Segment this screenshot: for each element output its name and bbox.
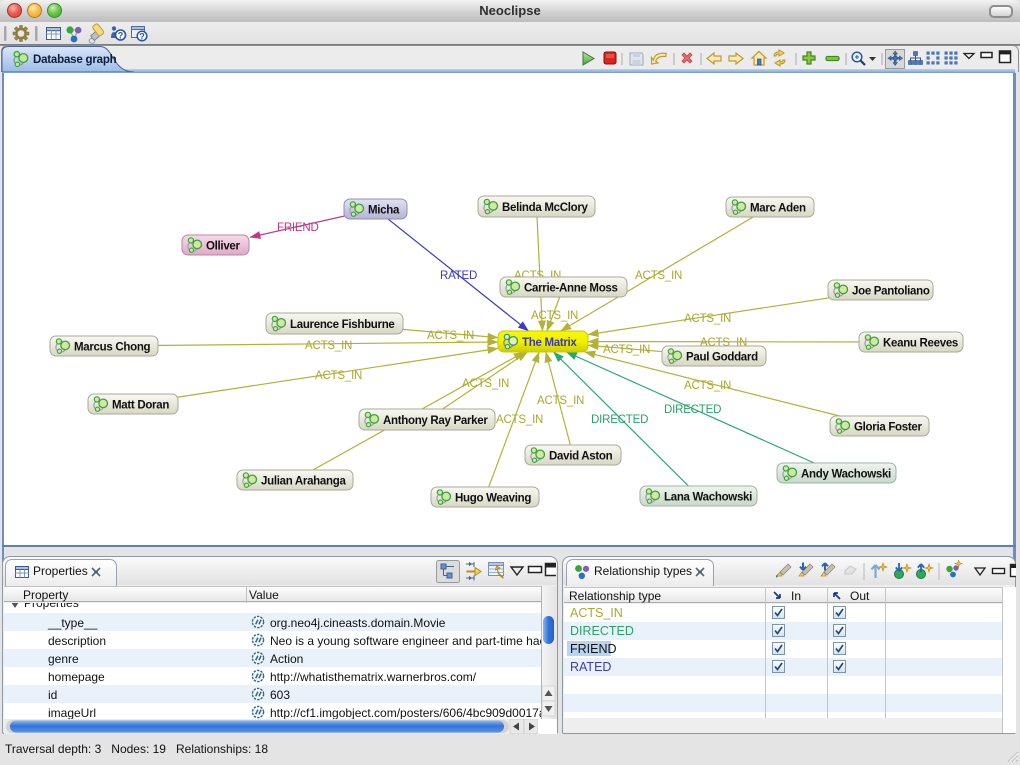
svg-text:RATED: RATED <box>440 270 477 282</box>
svg-text:Lana Wachowski: Lana Wachowski <box>664 492 752 504</box>
svg-text:Micha: Micha <box>368 205 400 217</box>
svg-text:Matt Doran: Matt Doran <box>112 400 169 412</box>
svg-text:Andy Wachowski: Andy Wachowski <box>801 469 891 481</box>
svg-text:DIRECTED: DIRECTED <box>591 414 648 426</box>
svg-text:The Matrix: The Matrix <box>522 337 577 349</box>
svg-text:ACTS_IN: ACTS_IN <box>305 340 352 352</box>
svg-text:Anthony Ray Parker: Anthony Ray Parker <box>383 415 488 427</box>
svg-text:Marc Aden: Marc Aden <box>750 203 806 215</box>
svg-text:ACTS_IN: ACTS_IN <box>531 310 578 322</box>
svg-text:ACTS_IN: ACTS_IN <box>537 395 584 407</box>
svg-text:DIRECTED: DIRECTED <box>664 404 721 416</box>
svg-text:Joe Pantoliano: Joe Pantoliano <box>852 286 930 298</box>
svg-text:ACTS_IN: ACTS_IN <box>496 414 543 426</box>
svg-text:ACTS_IN: ACTS_IN <box>684 380 731 392</box>
svg-text:Paul Goddard: Paul Goddard <box>686 352 758 364</box>
svg-text:Laurence Fishburne: Laurence Fishburne <box>290 319 395 331</box>
svg-text:ACTS_IN: ACTS_IN <box>603 344 650 356</box>
svg-text:FRIEND: FRIEND <box>277 222 319 234</box>
svg-text:Carrie-Anne Moss: Carrie-Anne Moss <box>524 283 618 295</box>
svg-text:Julian Arahanga: Julian Arahanga <box>261 476 346 488</box>
svg-text:Marcus Chong: Marcus Chong <box>74 342 151 354</box>
svg-text:Belinda McClory: Belinda McClory <box>502 202 589 214</box>
svg-text:ACTS_IN: ACTS_IN <box>635 270 682 282</box>
svg-text:?: ? <box>118 30 124 40</box>
svg-text:Gloria Foster: Gloria Foster <box>854 422 922 434</box>
svg-text:ACTS_IN: ACTS_IN <box>462 378 509 390</box>
svg-text:Database graph: Database graph <box>33 54 117 66</box>
svg-text:Olliver: Olliver <box>206 241 241 253</box>
svg-text:ACTS_IN: ACTS_IN <box>315 370 362 382</box>
svg-text:Keanu Reeves: Keanu Reeves <box>883 338 958 350</box>
svg-text:?: ? <box>139 31 145 41</box>
svg-text:Hugo Weaving: Hugo Weaving <box>455 493 531 505</box>
svg-text:ACTS_IN: ACTS_IN <box>427 330 474 342</box>
svg-text:ACTS_IN: ACTS_IN <box>684 313 731 325</box>
svg-text:David Aston: David Aston <box>549 451 613 463</box>
